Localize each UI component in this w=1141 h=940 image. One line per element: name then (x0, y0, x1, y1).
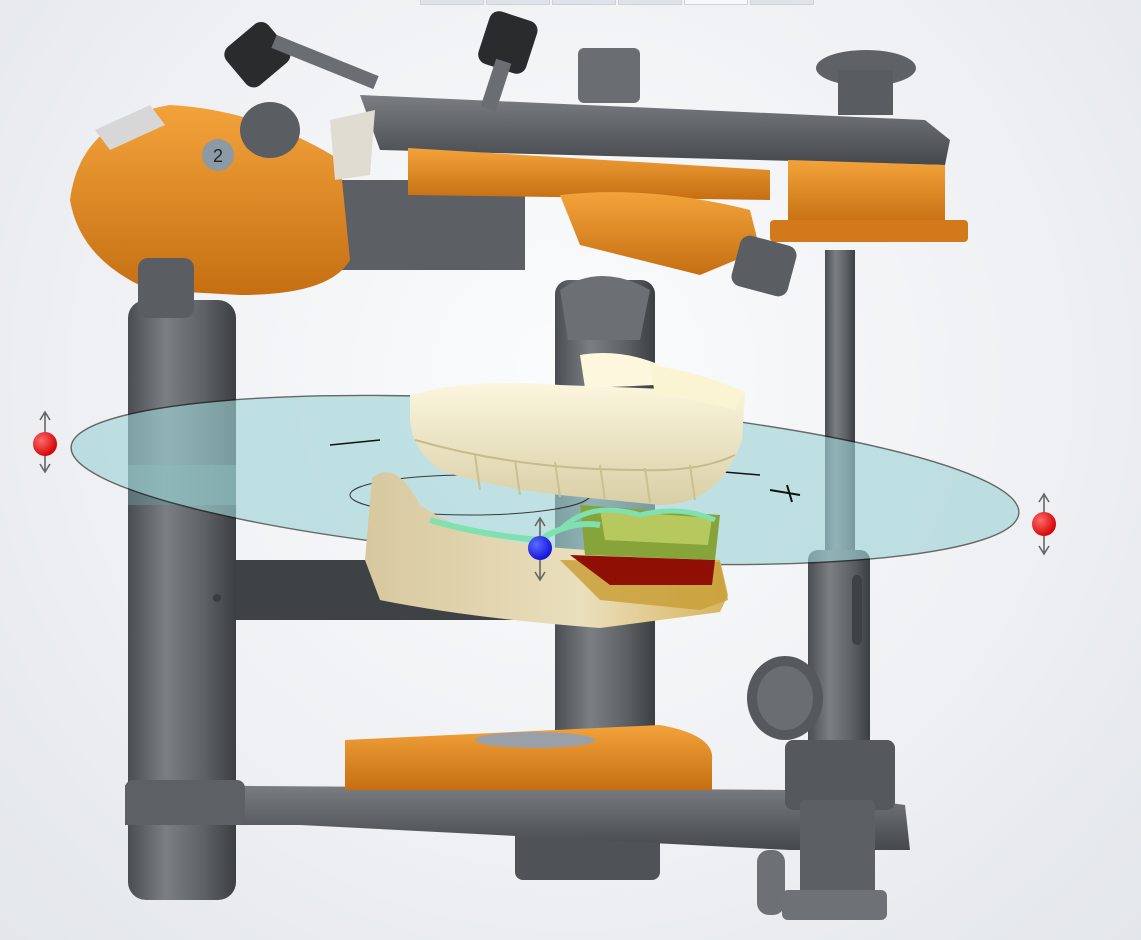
plane-handle-right[interactable] (1032, 492, 1056, 556)
plane-handle-left[interactable] (33, 410, 57, 474)
lower-mounting-plate (345, 725, 713, 790)
3d-viewport[interactable]: 2 (0, 0, 1141, 940)
condyle-knob-left[interactable] (138, 258, 194, 318)
centric-lock-knob[interactable] (240, 102, 300, 158)
condyle-lock-label: 2 (213, 146, 223, 166)
